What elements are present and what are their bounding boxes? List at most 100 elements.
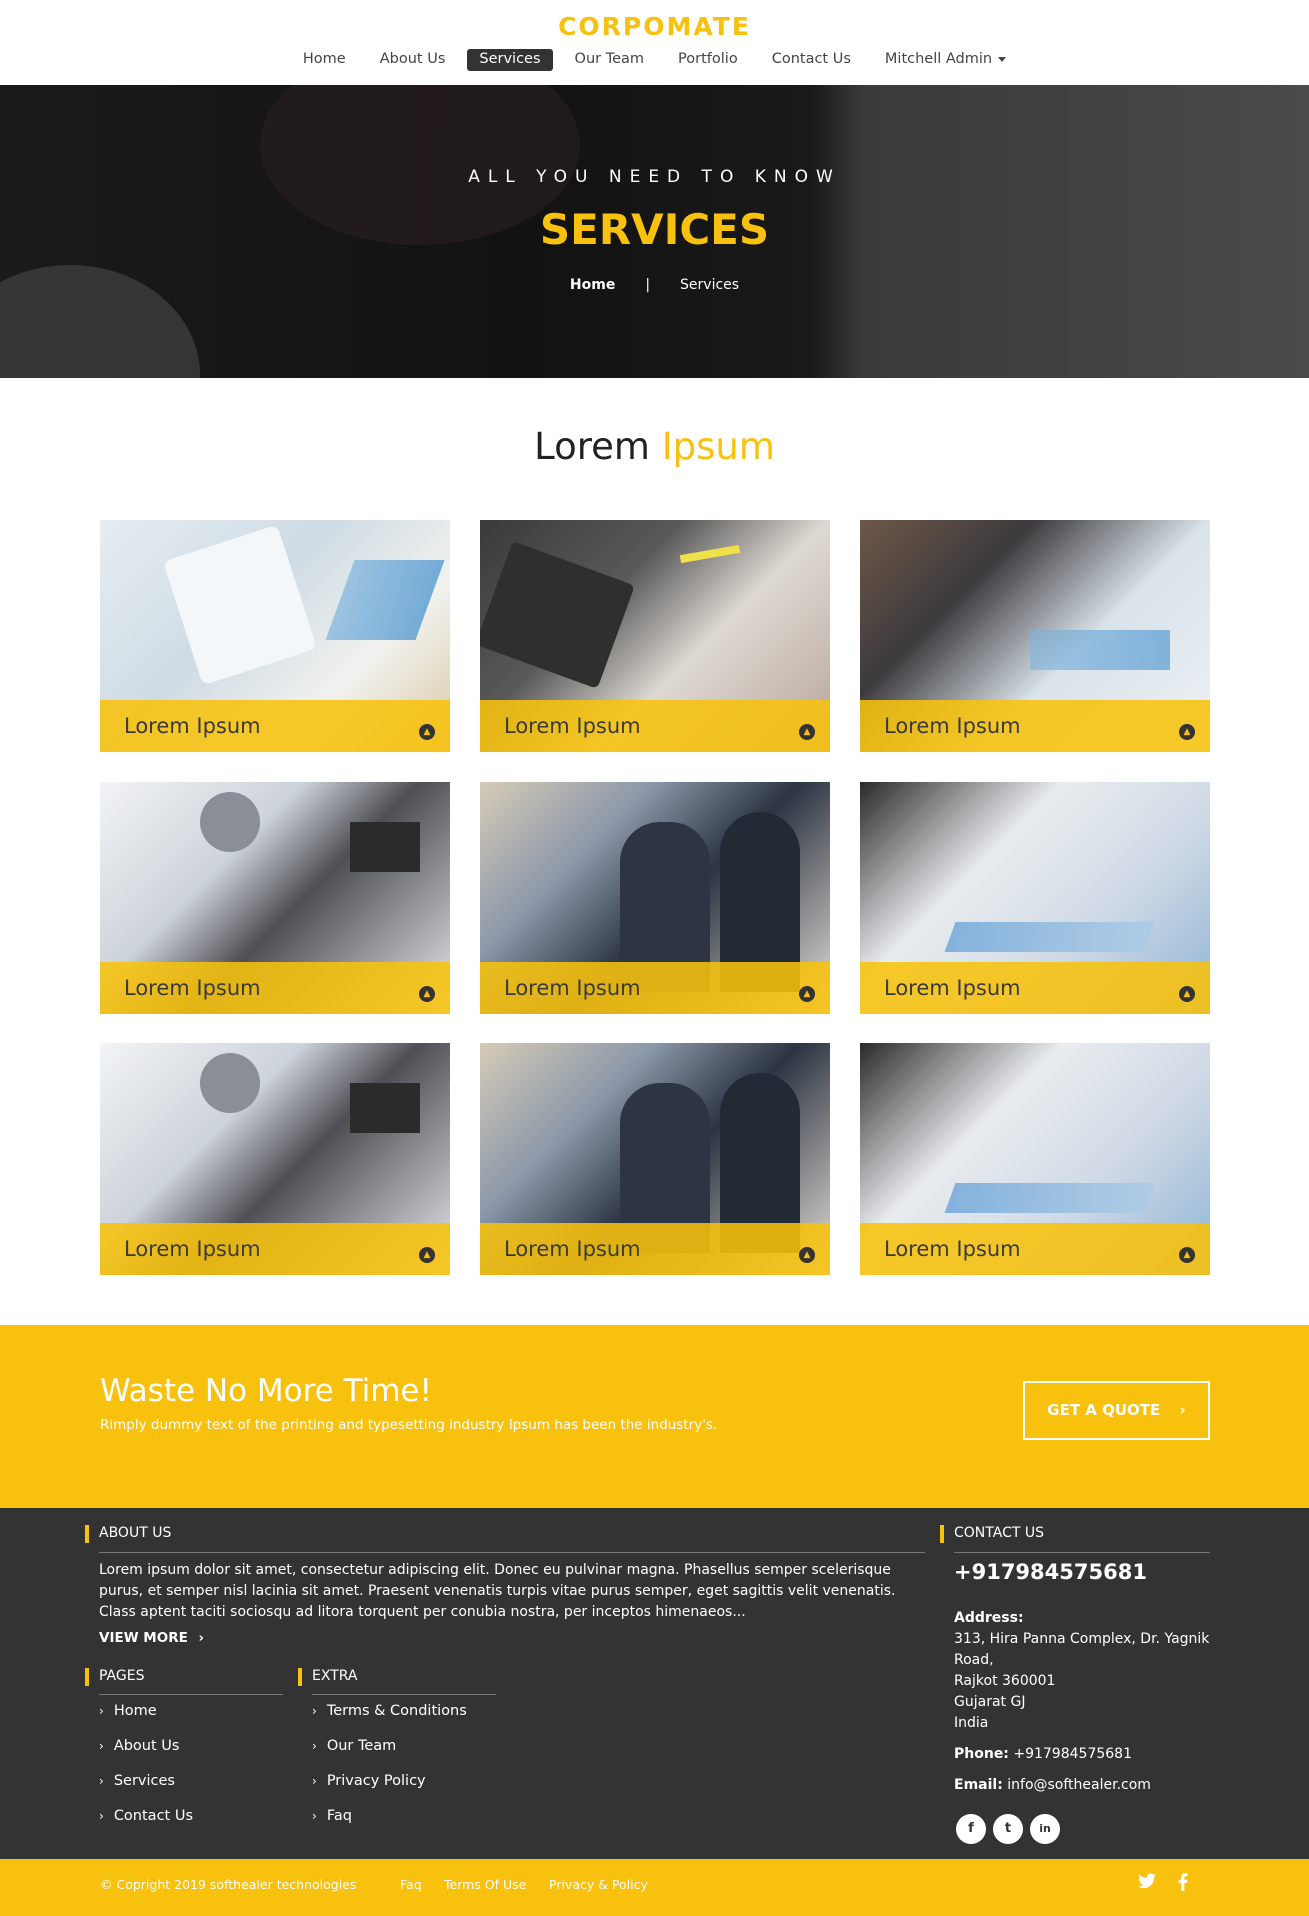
service-card[interactable]: Lorem Ipsum ▲ — [480, 782, 830, 1014]
section-title: Lorem Ipsum — [0, 425, 1309, 468]
view-more-link[interactable]: VIEW MORE › — [99, 1630, 204, 1646]
footer-link-services[interactable]: › Services — [99, 1773, 175, 1789]
card-caption-bar: Lorem Ipsum ▲ — [860, 962, 1210, 1014]
twitter-icon[interactable] — [1138, 1873, 1156, 1894]
site-header: CORPOMATE Home About Us Services Our Tea… — [0, 0, 1309, 85]
card-label: Lorem Ipsum — [884, 976, 1021, 1000]
chevron-up-circle-icon[interactable]: ▲ — [1179, 724, 1195, 740]
view-more-label: VIEW MORE — [99, 1630, 188, 1646]
chevron-up-circle-icon[interactable]: ▲ — [419, 724, 435, 740]
chevron-right-icon: › — [312, 1739, 317, 1753]
service-card[interactable]: Lorem Ipsum ▲ — [480, 520, 830, 752]
phone-label: Phone: — [954, 1746, 1009, 1762]
nav-user-menu[interactable]: Mitchell Admin — [873, 49, 1018, 71]
user-name: Mitchell Admin — [884, 51, 993, 67]
phone-number-large[interactable]: +917984575681 — [954, 1560, 1147, 1584]
phone-row: Phone: +917984575681 — [954, 1744, 1132, 1765]
service-card[interactable]: Lorem Ipsum ▲ — [860, 782, 1210, 1014]
card-label: Lorem Ipsum — [504, 1237, 641, 1261]
footer-link-label: Our Team — [326, 1738, 397, 1754]
bottom-link-faq[interactable]: Faq — [400, 1877, 422, 1892]
person-shape — [200, 792, 260, 852]
laptop-shape — [350, 822, 420, 872]
chart-shape — [1030, 630, 1170, 670]
chevron-up-circle-icon[interactable]: ▲ — [419, 986, 435, 1002]
extra-heading: EXTRA — [298, 1668, 357, 1686]
nav-services[interactable]: Services — [467, 49, 553, 71]
footer-link-label: Terms & Conditions — [326, 1703, 467, 1719]
facebook-icon[interactable] — [1178, 1873, 1188, 1896]
breadcrumb: Home | Services — [0, 277, 1309, 293]
card-caption-bar: Lorem Ipsum ▲ — [100, 700, 450, 752]
chevron-right-icon: › — [99, 1774, 104, 1788]
service-card[interactable]: Lorem Ipsum ▲ — [100, 1043, 450, 1275]
chevron-right-icon: › — [312, 1809, 317, 1823]
facebook-icon[interactable]: f — [956, 1814, 986, 1844]
card-caption-bar: Lorem Ipsum ▲ — [100, 962, 450, 1014]
bottom-link-terms[interactable]: Terms Of Use — [444, 1877, 526, 1892]
chevron-up-circle-icon[interactable]: ▲ — [1179, 986, 1195, 1002]
breadcrumb-home[interactable]: Home — [570, 277, 615, 293]
service-card[interactable]: Lorem Ipsum ▲ — [860, 1043, 1210, 1275]
section-title-part1: Lorem — [534, 425, 650, 468]
footer-link-our-team[interactable]: › Our Team — [312, 1738, 396, 1754]
chart-shape — [325, 560, 445, 640]
footer-link-terms[interactable]: › Terms & Conditions — [312, 1703, 467, 1719]
card-caption-bar: Lorem Ipsum ▲ — [860, 1223, 1210, 1275]
service-card[interactable]: Lorem Ipsum ▲ — [480, 1043, 830, 1275]
nav-our-team[interactable]: Our Team — [563, 49, 657, 71]
pages-heading: PAGES — [85, 1668, 144, 1686]
email-value[interactable]: info@softhealer.com — [1007, 1777, 1151, 1793]
chevron-up-circle-icon[interactable]: ▲ — [799, 724, 815, 740]
chevron-right-icon: › — [99, 1809, 104, 1823]
chevron-right-icon: › — [312, 1774, 317, 1788]
footer-link-contact-us[interactable]: › Contact Us — [99, 1808, 193, 1824]
get-quote-label: GET A QUOTE — [1047, 1401, 1161, 1419]
bottom-bar: © Copright 2019 softhealer technologies … — [0, 1859, 1309, 1916]
brand-logo[interactable]: CORPOMATE — [0, 12, 1309, 41]
footer-link-label: About Us — [113, 1738, 180, 1754]
nav-portfolio[interactable]: Portfolio — [666, 49, 750, 71]
chevron-up-circle-icon[interactable]: ▲ — [799, 986, 815, 1002]
linkedin-icon[interactable]: in — [1030, 1814, 1060, 1844]
chevron-up-circle-icon[interactable]: ▲ — [1179, 1247, 1195, 1263]
chevron-right-icon: › — [198, 1630, 205, 1646]
footer-link-privacy[interactable]: › Privacy Policy — [312, 1773, 426, 1789]
get-quote-button[interactable]: GET A QUOTE › — [1023, 1381, 1210, 1440]
divider — [99, 1552, 925, 1553]
chevron-right-icon: › — [1179, 1401, 1186, 1419]
card-label: Lorem Ipsum — [124, 714, 261, 738]
chevron-up-circle-icon[interactable]: ▲ — [419, 1247, 435, 1263]
email-label: Email: — [954, 1777, 1003, 1793]
cta-banner: Waste No More Time! Rimply dummy text of… — [0, 1325, 1309, 1508]
site-footer: ABOUT US Lorem ipsum dolor sit amet, con… — [0, 1508, 1309, 1859]
nav-contact-us[interactable]: Contact Us — [760, 49, 863, 71]
card-caption-bar: Lorem Ipsum ▲ — [480, 700, 830, 752]
twitter-icon[interactable]: t — [993, 1814, 1023, 1844]
marker-shape — [679, 544, 741, 564]
phone-value[interactable]: +917984575681 — [1013, 1746, 1132, 1762]
footer-link-about-us[interactable]: › About Us — [99, 1738, 179, 1754]
bottom-link-privacy[interactable]: Privacy & Policy — [549, 1877, 648, 1892]
footer-link-label: Services — [113, 1773, 175, 1789]
nav-home[interactable]: Home — [291, 49, 358, 71]
tablet-shape — [162, 524, 318, 686]
service-card[interactable]: Lorem Ipsum ▲ — [860, 520, 1210, 752]
chevron-right-icon: › — [312, 1704, 317, 1718]
footer-link-label: Faq — [326, 1808, 352, 1824]
footer-link-label: Contact Us — [113, 1808, 194, 1824]
card-caption-bar: Lorem Ipsum ▲ — [480, 962, 830, 1014]
laptop-shape — [480, 541, 635, 689]
footer-link-home[interactable]: › Home — [99, 1703, 157, 1719]
card-label: Lorem Ipsum — [124, 1237, 261, 1261]
section-title-part2: Ipsum — [661, 425, 775, 468]
footer-link-faq[interactable]: › Faq — [312, 1808, 352, 1824]
address-label: Address: — [954, 1610, 1024, 1626]
service-card[interactable]: Lorem Ipsum ▲ — [100, 520, 450, 752]
service-card[interactable]: Lorem Ipsum ▲ — [100, 782, 450, 1014]
hero-banner: ALL YOU NEED TO KNOW SERVICES Home | Ser… — [0, 85, 1309, 378]
contact-us-heading: CONTACT US — [940, 1525, 1044, 1543]
chevron-up-circle-icon[interactable]: ▲ — [799, 1247, 815, 1263]
address-line: India — [954, 1715, 989, 1731]
nav-about-us[interactable]: About Us — [368, 49, 458, 71]
